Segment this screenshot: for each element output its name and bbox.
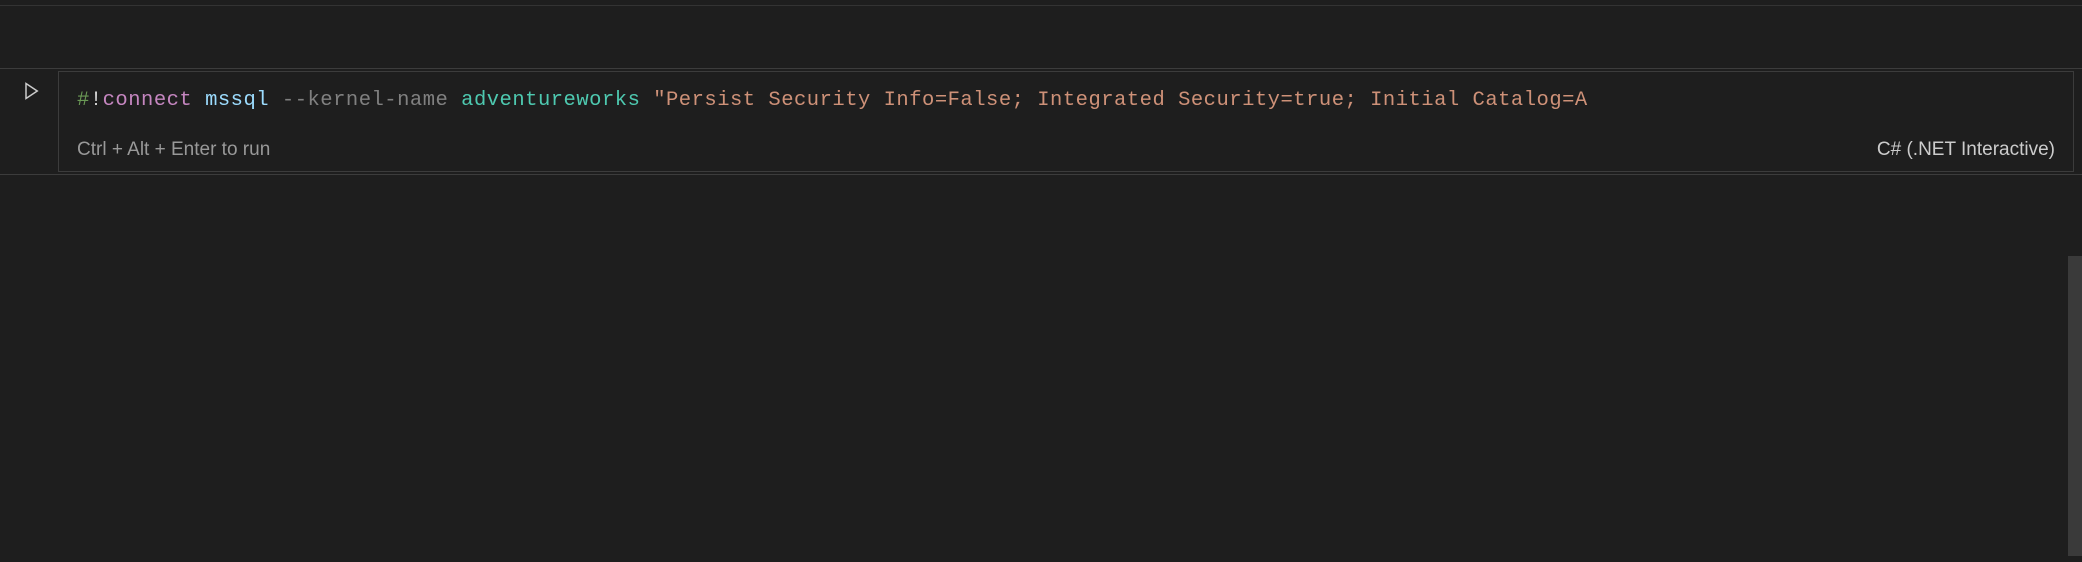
code-token-bang: ! (90, 89, 103, 112)
code-cell-container: #!connect mssql --kernel-name adventurew… (0, 68, 2082, 175)
code-token-string: "Persist Security Info=False; Integrated… (653, 89, 1588, 112)
code-editor[interactable]: #!connect mssql --kernel-name adventurew… (59, 72, 2073, 119)
play-icon (21, 81, 41, 101)
bottom-area (0, 175, 2082, 545)
code-token-flag: --kernel-name (282, 89, 448, 112)
run-hint-text: Ctrl + Alt + Enter to run (77, 139, 270, 161)
kernel-selector[interactable]: C# (.NET Interactive) (1877, 139, 2055, 161)
spacer-area (0, 6, 2082, 68)
code-token-hash: # (77, 89, 90, 112)
cell-footer: Ctrl + Alt + Enter to run C# (.NET Inter… (59, 119, 2073, 171)
run-cell-button[interactable] (18, 78, 44, 104)
scrollbar-thumb[interactable] (2068, 256, 2082, 556)
cell-gutter (0, 69, 58, 174)
code-cell[interactable]: #!connect mssql --kernel-name adventurew… (58, 71, 2074, 172)
code-token-connect: connect (103, 89, 193, 112)
code-token-mssql: mssql (205, 89, 269, 112)
code-token-arg: adventureworks (461, 89, 640, 112)
